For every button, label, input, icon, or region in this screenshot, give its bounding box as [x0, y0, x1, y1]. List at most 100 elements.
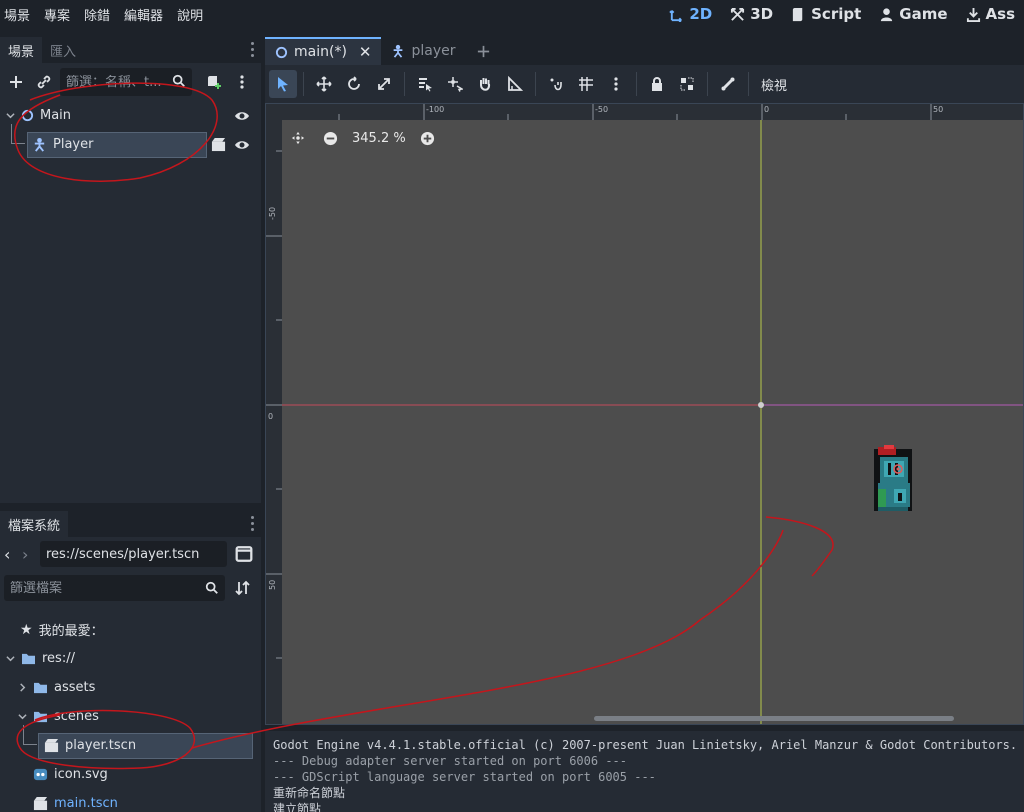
pointer-icon	[278, 77, 288, 92]
snap-options-button[interactable]	[602, 70, 630, 98]
pan-mode-button[interactable]	[471, 70, 499, 98]
fs-item-label: player.tscn	[65, 738, 137, 753]
visibility-eye-icon[interactable]	[234, 137, 250, 153]
horizontal-scrollbar[interactable]	[594, 716, 954, 721]
scene-dock: 場景 匯入 Main Player	[0, 37, 261, 503]
add-script-icon	[208, 76, 221, 89]
output-line: 建立節點	[273, 802, 322, 812]
nav-forward-icon[interactable]: ›	[22, 545, 36, 564]
node-circle-icon	[21, 109, 34, 122]
select-mode-button[interactable]	[269, 70, 297, 98]
fs-file-main-tscn[interactable]: main.tscn	[0, 789, 261, 812]
center-view-icon	[291, 131, 305, 145]
origin-marker	[758, 402, 764, 408]
close-icon[interactable]: ✕	[359, 43, 372, 61]
chevron-down-icon[interactable]	[18, 712, 27, 721]
zoom-in-button[interactable]	[420, 130, 436, 146]
folder-icon	[34, 711, 47, 723]
toolbar-separator	[748, 72, 749, 96]
fs-item-label: main.tscn	[54, 796, 118, 811]
sort-icon[interactable]	[235, 580, 251, 596]
chevron-down-icon[interactable]	[6, 111, 15, 120]
visibility-eye-icon[interactable]	[234, 108, 250, 124]
game-icon	[881, 7, 893, 21]
workspace-modes: 2D 3D Script Game Ass	[660, 0, 1024, 28]
view-menu-button[interactable]: 檢視	[755, 75, 793, 94]
skeleton-button[interactable]	[714, 70, 742, 98]
rotate-mode-button[interactable]	[340, 70, 368, 98]
mode-script-label: Script	[811, 5, 862, 23]
mode-script-button[interactable]: Script	[782, 5, 870, 23]
tree-node-player[interactable]: Player	[0, 124, 261, 159]
node-circle-icon	[275, 46, 288, 58]
canvas-viewport[interactable]: -100 -50 0 50 -50 0 50 345.2 %	[265, 103, 1024, 725]
menu-editor[interactable]: 編輯器	[117, 5, 170, 24]
new-scene-tab-button[interactable]	[466, 37, 501, 65]
mode-2d-button[interactable]: 2D	[660, 5, 721, 23]
2d-icon	[669, 9, 683, 22]
tab-import[interactable]: 匯入	[42, 37, 84, 63]
tree-connector	[23, 725, 37, 745]
smart-snap-icon	[550, 78, 562, 91]
player-sprite[interactable]	[874, 445, 912, 511]
fs-file-icon-svg[interactable]: icon.svg	[0, 760, 261, 789]
scene-filter-input[interactable]	[66, 74, 186, 90]
grid-snap-button[interactable]	[572, 70, 600, 98]
mode-assetlib-button[interactable]: Ass	[957, 5, 1024, 23]
file-filter-input[interactable]	[10, 580, 219, 596]
toolbar-separator	[535, 72, 536, 96]
center-view-button[interactable]	[290, 130, 306, 146]
list-select-button[interactable]	[411, 70, 439, 98]
canvas-toolbar: 檢視	[265, 65, 1024, 103]
dock-menu-icon[interactable]	[251, 516, 255, 531]
toggle-split-icon[interactable]	[235, 545, 253, 563]
scene-tab-label: main(*)	[294, 44, 347, 60]
fs-folder-scenes[interactable]: scenes	[0, 702, 261, 731]
group-button[interactable]	[673, 70, 701, 98]
scale-mode-button[interactable]	[370, 70, 398, 98]
plus-icon	[477, 45, 489, 57]
scene-more-button[interactable]	[230, 70, 254, 94]
open-scene-icon[interactable]	[211, 137, 226, 152]
menu-help[interactable]: 說明	[170, 5, 210, 24]
fs-favorites[interactable]: ★ 我的最愛：	[0, 615, 261, 644]
lock-button[interactable]	[643, 70, 671, 98]
fs-file-player-tscn[interactable]: player.tscn	[0, 725, 261, 760]
chevron-right-icon[interactable]	[18, 683, 27, 692]
tree-node-main[interactable]: Main	[0, 101, 261, 130]
add-node-button[interactable]	[4, 70, 28, 94]
menu-scene[interactable]: 場景	[0, 5, 37, 24]
dock-menu-icon[interactable]	[251, 42, 255, 57]
tab-scene[interactable]: 場景	[0, 37, 43, 63]
search-icon	[172, 74, 185, 87]
zoom-out-button[interactable]	[322, 130, 338, 146]
pivot-mode-button[interactable]	[441, 70, 469, 98]
file-filter-row	[0, 571, 261, 605]
fs-folder-assets[interactable]: assets	[0, 673, 261, 702]
scene-toolbar	[0, 63, 261, 101]
mode-3d-button[interactable]: 3D	[721, 5, 782, 23]
move-mode-button[interactable]	[310, 70, 338, 98]
instance-scene-button[interactable]	[32, 70, 56, 94]
zoom-out-icon	[323, 131, 337, 145]
ruler-mode-button[interactable]	[501, 70, 529, 98]
path-field[interactable]: res://scenes/player.tscn	[40, 541, 227, 567]
chevron-down-icon[interactable]	[6, 654, 15, 663]
menu-project[interactable]: 專案	[37, 5, 77, 24]
rotate-icon	[348, 76, 360, 90]
fs-res-root[interactable]: res://	[0, 644, 261, 673]
scene-tabs: main(*) ✕ player	[265, 37, 1024, 65]
tab-filesystem[interactable]: 檔案系統	[0, 511, 69, 537]
scene-tab-label: player	[411, 43, 456, 59]
scene-tab-player[interactable]: player	[381, 37, 465, 65]
mode-game-button[interactable]: Game	[870, 5, 956, 23]
more-vertical-icon	[614, 77, 618, 91]
fs-item-label: icon.svg	[54, 767, 108, 782]
node-label: Player	[53, 137, 94, 152]
smart-snap-button[interactable]	[542, 70, 570, 98]
zoom-level[interactable]: 345.2 %	[352, 131, 406, 146]
nav-back-icon[interactable]: ‹	[4, 545, 18, 564]
scene-tab-main[interactable]: main(*) ✕	[265, 37, 382, 65]
menu-debug[interactable]: 除錯	[77, 5, 117, 24]
attach-script-button[interactable]	[202, 70, 226, 94]
